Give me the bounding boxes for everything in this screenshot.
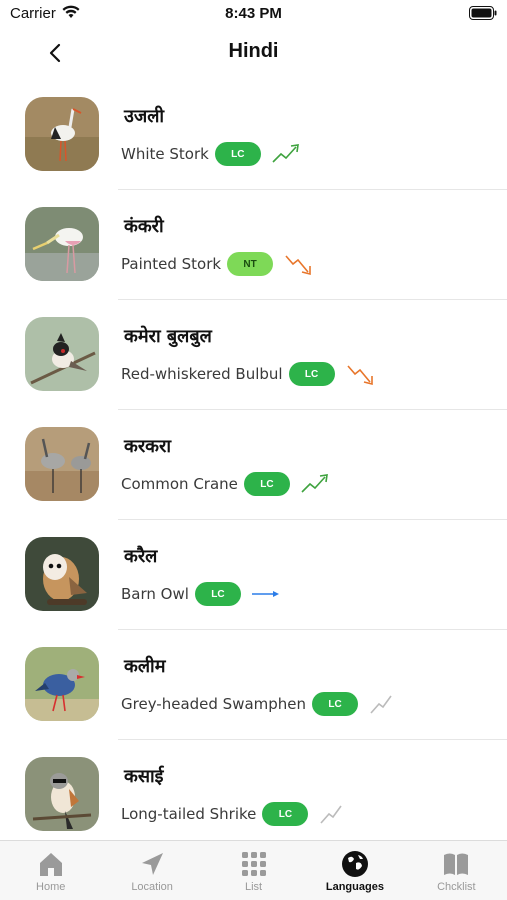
- bird-english-name: White Stork: [121, 145, 209, 163]
- tab-label: Chcklist: [437, 881, 476, 893]
- book-icon: [444, 853, 469, 875]
- clock: 8:43 PM: [225, 5, 282, 22]
- conservation-status-badge: LC: [194, 582, 241, 606]
- bird-meta: Common Crane LC: [121, 472, 330, 496]
- list-item[interactable]: कमेरा बुलबुल Red-whiskered Bulbul LC: [0, 300, 507, 410]
- white-stork-photo: [25, 97, 99, 171]
- bird-hindi-name: कलीम: [124, 656, 166, 677]
- tab-label: Languages: [325, 881, 384, 893]
- list-item[interactable]: उजली White Stork LC: [0, 80, 507, 190]
- bird-list[interactable]: उजली White Stork LC कंकरी Painted Stork NT कमे…: [0, 80, 507, 840]
- navigation-bar: Hindi: [0, 30, 507, 78]
- page-title: Hindi: [228, 40, 279, 62]
- tab-label: Home: [36, 881, 66, 893]
- tab-bar: Home Location List Languages Chcklist: [0, 840, 507, 900]
- tab-location[interactable]: Location: [101, 841, 202, 900]
- conservation-status-badge: LC: [288, 362, 335, 386]
- conservation-status-badge: LC: [262, 802, 309, 826]
- grid-icon: [241, 852, 266, 876]
- bird-hindi-name: कंकरी: [124, 216, 164, 237]
- bird-meta: Barn Owl LC: [121, 582, 281, 606]
- bird-english-name: Long-tailed Shrike: [121, 805, 257, 823]
- location-arrow-icon: [142, 853, 164, 875]
- tab-languages[interactable]: Languages: [304, 841, 405, 900]
- trend-down-icon: [285, 255, 311, 276]
- tab-chcklist[interactable]: Chcklist: [406, 841, 507, 900]
- bird-english-name: Red-whiskered Bulbul: [121, 365, 283, 383]
- tab-label: List: [244, 881, 263, 893]
- painted-stork-photo: [25, 207, 99, 281]
- bird-hindi-name: कमेरा बुलबुल: [124, 326, 212, 347]
- owl-photo: [25, 537, 99, 611]
- status-bar: Carrier 8:43 PM: [0, 0, 507, 30]
- tab-label: Location: [131, 881, 173, 893]
- bird-hindi-name: उजली: [124, 106, 165, 127]
- battery-icon: [469, 6, 497, 20]
- trend-unknown-icon: [320, 805, 343, 824]
- list-item[interactable]: कंकरी Painted Stork NT: [0, 190, 507, 300]
- bird-meta: Painted Stork NT: [121, 252, 313, 276]
- crane-photo: [25, 427, 99, 501]
- trend-unknown-icon: [370, 695, 392, 714]
- list-item[interactable]: कलीम Grey-headed Swamphen LC: [0, 630, 507, 740]
- bird-english-name: Barn Owl: [121, 585, 189, 603]
- trend-up-icon: [301, 474, 328, 493]
- tab-list[interactable]: List: [203, 841, 304, 900]
- swamphen-photo: [25, 647, 99, 721]
- bird-meta: White Stork LC: [121, 142, 301, 166]
- trend-down-icon: [346, 365, 373, 386]
- bird-meta: Red-whiskered Bulbul LC: [121, 362, 375, 386]
- trend-up-icon: [272, 144, 299, 163]
- globe-icon: [341, 851, 368, 877]
- conservation-status-badge: LC: [214, 142, 261, 166]
- bird-meta: Grey-headed Swamphen LC: [121, 692, 398, 716]
- list-item[interactable]: करकरा Common Crane LC: [0, 410, 507, 520]
- bird-hindi-name: कसाई: [124, 766, 164, 787]
- bulbul-photo: [25, 317, 99, 391]
- bird-hindi-name: करैल: [124, 546, 158, 567]
- bird-english-name: Grey-headed Swamphen: [121, 695, 307, 713]
- trend-stable-icon: [251, 591, 279, 597]
- conservation-status-badge: LC: [312, 692, 359, 716]
- tab-home[interactable]: Home: [0, 841, 101, 900]
- home-icon: [39, 853, 62, 876]
- conservation-status-badge: LC: [243, 472, 290, 496]
- conservation-status-badge: NT: [227, 252, 274, 276]
- bird-english-name: Painted Stork: [121, 255, 222, 273]
- bird-meta: Long-tailed Shrike LC: [121, 802, 348, 826]
- list-item[interactable]: कसाई Long-tailed Shrike LC: [0, 740, 507, 840]
- list-item[interactable]: करैल Barn Owl LC: [0, 520, 507, 630]
- bird-hindi-name: करकरा: [124, 436, 172, 457]
- shrike-photo: [25, 757, 99, 831]
- bird-english-name: Common Crane: [121, 475, 238, 493]
